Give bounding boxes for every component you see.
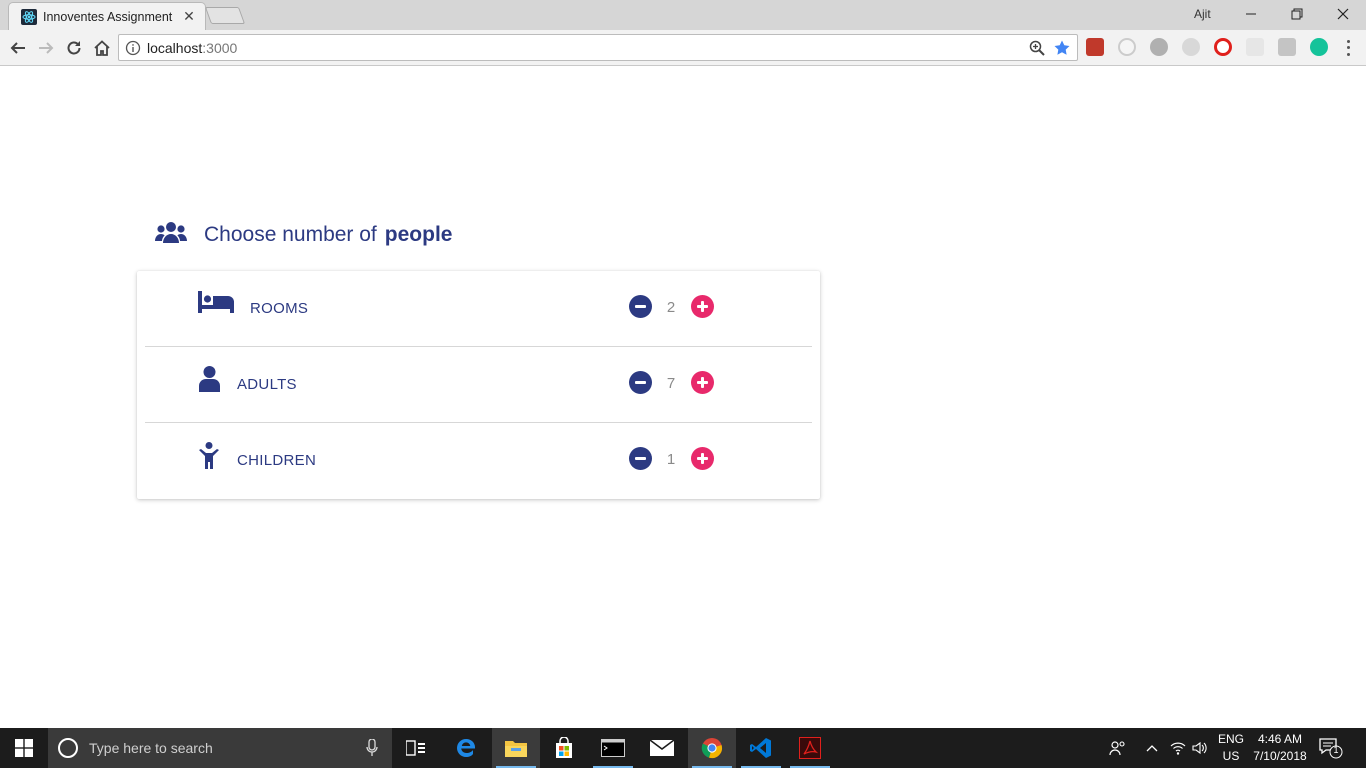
extension-icon[interactable] xyxy=(1182,38,1200,56)
tab-close-icon[interactable]: ✕ xyxy=(181,8,197,25)
back-arrow-icon[interactable] xyxy=(6,36,30,60)
info-icon[interactable] xyxy=(125,40,141,56)
rooms-increment-button[interactable] xyxy=(691,295,714,318)
clock-date: 7/10/2018 xyxy=(1253,749,1307,763)
adults-increment-button[interactable] xyxy=(691,371,714,394)
extension-icon[interactable] xyxy=(1086,38,1104,56)
language-code: ENG xyxy=(1217,732,1244,746)
chrome-icon[interactable] xyxy=(688,728,736,768)
language-indicator[interactable]: ENG US xyxy=(1214,731,1248,765)
rooms-decrement-button[interactable] xyxy=(629,295,652,318)
reload-icon[interactable] xyxy=(62,36,86,60)
tab-title: Innoventes Assignment xyxy=(43,9,173,24)
page-heading: Choose number of people xyxy=(154,218,452,252)
acrobat-icon[interactable] xyxy=(786,728,834,768)
adults-count: 7 xyxy=(666,375,676,392)
child-icon xyxy=(199,442,219,469)
region-code: US xyxy=(1222,749,1240,763)
clock-time: 4:46 AM xyxy=(1257,732,1303,746)
notification-count: 1 xyxy=(1333,745,1339,755)
opera-icon[interactable] xyxy=(1214,38,1232,56)
react-favicon-icon xyxy=(21,8,37,25)
adults-decrement-button[interactable] xyxy=(629,371,652,394)
microphone-icon[interactable] xyxy=(366,739,378,757)
heading-bold: people xyxy=(384,223,453,246)
minimize-button[interactable] xyxy=(1228,0,1274,28)
skype-icon[interactable] xyxy=(1150,38,1168,56)
browser-titlebar: Innoventes Assignment ✕ Ajit xyxy=(0,0,1366,30)
taskbar-search-box[interactable]: Type here to search xyxy=(48,728,392,768)
rooms-label: ROOMS xyxy=(250,300,309,317)
edge-icon[interactable] xyxy=(442,728,490,768)
grammarly-icon[interactable] xyxy=(1310,38,1328,56)
browser-tab[interactable]: Innoventes Assignment ✕ xyxy=(8,2,206,30)
chrome-menu-icon[interactable] xyxy=(1341,38,1355,58)
cortana-icon xyxy=(58,738,78,758)
action-center-icon[interactable]: 1 xyxy=(1318,736,1344,760)
forward-arrow-icon[interactable] xyxy=(34,36,58,60)
wifi-icon[interactable] xyxy=(1168,728,1188,768)
extension-icon[interactable] xyxy=(1118,38,1136,56)
children-count: 1 xyxy=(666,451,676,468)
zoom-icon[interactable] xyxy=(1029,40,1045,56)
rooms-row: ROOMS 2 xyxy=(137,271,820,347)
file-explorer-icon[interactable] xyxy=(492,728,540,768)
group-people-icon xyxy=(155,222,187,243)
rooms-count: 2 xyxy=(666,299,676,316)
address-bar[interactable]: localhost:3000 xyxy=(118,34,1078,61)
chevron-up-icon[interactable] xyxy=(1142,728,1162,768)
new-tab-button[interactable] xyxy=(204,7,246,24)
person-icon xyxy=(199,366,220,392)
windows-logo-icon xyxy=(15,739,33,757)
windows-taskbar: Type here to search ENG US 4:46 AM 7/10/… xyxy=(0,728,1366,768)
bookmark-star-icon[interactable] xyxy=(1053,39,1071,57)
volume-icon[interactable] xyxy=(1190,728,1210,768)
children-row: CHILDREN 1 xyxy=(137,423,820,499)
browser-toolbar: localhost:3000 xyxy=(0,30,1366,66)
heading-prefix: Choose number of xyxy=(204,223,377,246)
extension-icon[interactable] xyxy=(1246,38,1264,56)
adults-label: ADULTS xyxy=(237,376,297,393)
terminal-icon[interactable] xyxy=(589,728,637,768)
children-label: CHILDREN xyxy=(237,452,317,469)
taskbar-clock[interactable]: 4:46 AM 7/10/2018 xyxy=(1250,731,1310,765)
heading-text: Choose number of people xyxy=(204,223,452,247)
children-increment-button[interactable] xyxy=(691,447,714,470)
people-icon[interactable] xyxy=(1106,728,1130,768)
url-text[interactable]: localhost:3000 xyxy=(147,40,237,56)
task-view-icon[interactable] xyxy=(392,728,440,768)
vscode-icon[interactable] xyxy=(737,728,785,768)
people-selector-card: ROOMS 2 ADULTS 7 CHILDREN 1 xyxy=(137,271,820,499)
profile-name[interactable]: Ajit xyxy=(1194,7,1211,21)
children-decrement-button[interactable] xyxy=(629,447,652,470)
search-placeholder: Type here to search xyxy=(89,740,213,756)
start-button[interactable] xyxy=(0,728,48,768)
close-window-button[interactable] xyxy=(1320,0,1366,28)
store-icon[interactable] xyxy=(540,728,588,768)
adults-row: ADULTS 7 xyxy=(137,347,820,423)
mail-icon[interactable] xyxy=(638,728,686,768)
extension-icon[interactable] xyxy=(1278,38,1296,56)
restore-button[interactable] xyxy=(1274,0,1320,28)
bed-icon xyxy=(198,291,234,313)
home-icon[interactable] xyxy=(90,36,114,60)
